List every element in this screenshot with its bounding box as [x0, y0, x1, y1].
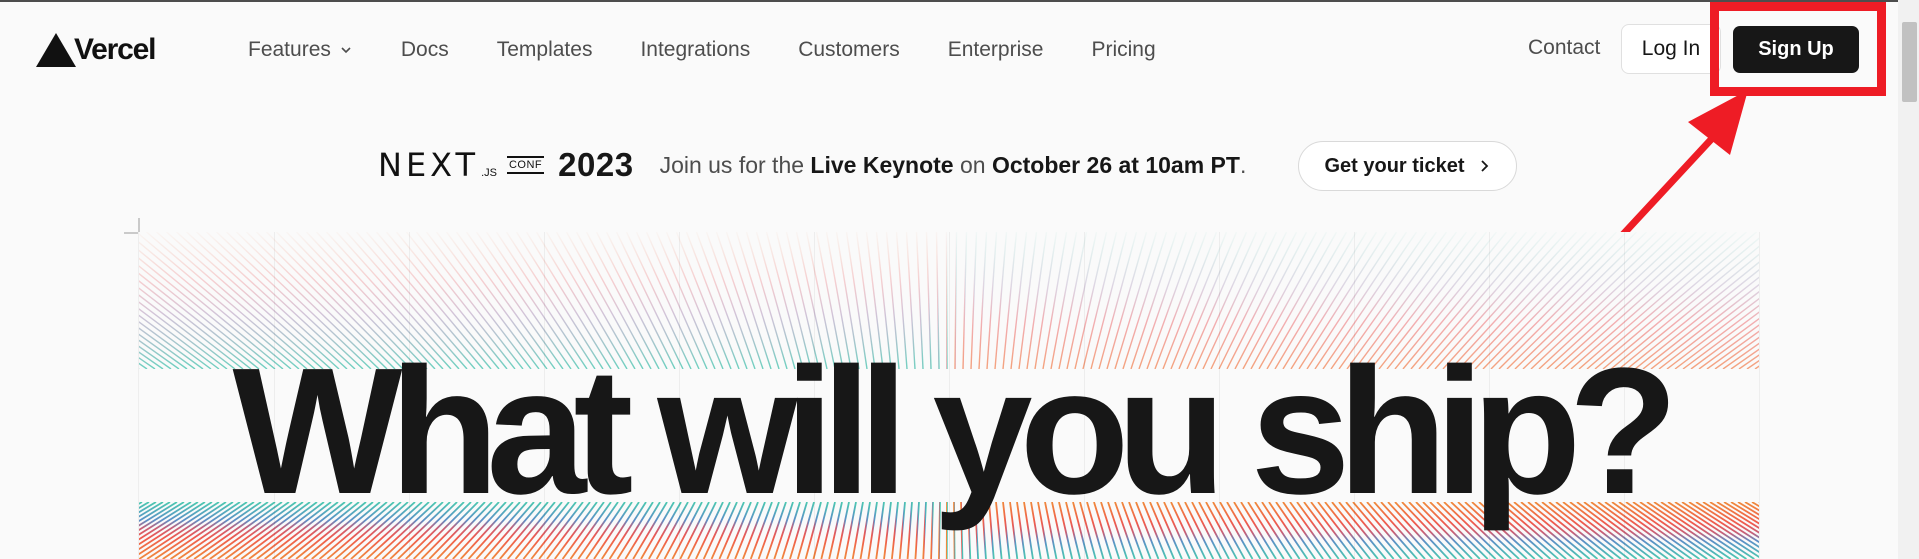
- nav-item-features[interactable]: Features: [248, 38, 353, 62]
- main-nav: Features Docs Templates Integrations Cus…: [248, 33, 1204, 67]
- announce-date: October 26 at 10am PT: [991, 151, 1240, 178]
- ticket-label: Get your ticket: [1324, 154, 1465, 177]
- annotation-highlight-box: [1710, 2, 1886, 96]
- scrollbar-thumb[interactable]: [1902, 22, 1917, 102]
- nav-item-integrations[interactable]: Integrations: [640, 38, 750, 62]
- nav-item-templates[interactable]: Templates: [497, 38, 593, 62]
- conf-label: CONF: [506, 156, 545, 174]
- window-top-border: [0, 0, 1919, 2]
- contact-link[interactable]: Contact: [1528, 36, 1600, 60]
- nextjs-conf-logo: NEXT .JS CONF: [378, 146, 558, 184]
- chevron-right-icon: [1480, 160, 1488, 172]
- vercel-logo[interactable]: Vercel: [36, 33, 156, 67]
- brand-name: Vercel: [74, 33, 156, 66]
- get-ticket-button[interactable]: Get your ticket: [1298, 141, 1517, 191]
- announcement-bar: NEXT .JS CONF 2023 Join us for the Live …: [378, 142, 1246, 188]
- login-button[interactable]: Log In: [1621, 24, 1721, 74]
- nextjs-suffix: .JS: [481, 167, 497, 179]
- nav-item-docs[interactable]: Docs: [401, 38, 449, 62]
- nav-item-customers[interactable]: Customers: [798, 38, 900, 62]
- announce-text-1: Join us for the: [659, 151, 811, 178]
- announce-keynote: Live Keynote: [810, 151, 954, 178]
- hero-headline: What will you ship?: [232, 331, 1679, 532]
- conf-year: 2023: [558, 146, 634, 183]
- nav-item-enterprise[interactable]: Enterprise: [948, 38, 1044, 62]
- nextjs-word: NEXT: [378, 146, 480, 184]
- vercel-triangle-icon: [36, 33, 76, 67]
- announce-text-2: on: [953, 151, 992, 178]
- announce-text-3: .: [1239, 151, 1247, 178]
- chevron-down-icon: [341, 47, 351, 54]
- announcement-text: Join us for the Live Keynote on October …: [660, 152, 1247, 179]
- hero-section: What will you ship?: [138, 232, 1760, 559]
- nav-item-label: Features: [248, 38, 331, 61]
- nav-item-pricing[interactable]: Pricing: [1091, 38, 1155, 62]
